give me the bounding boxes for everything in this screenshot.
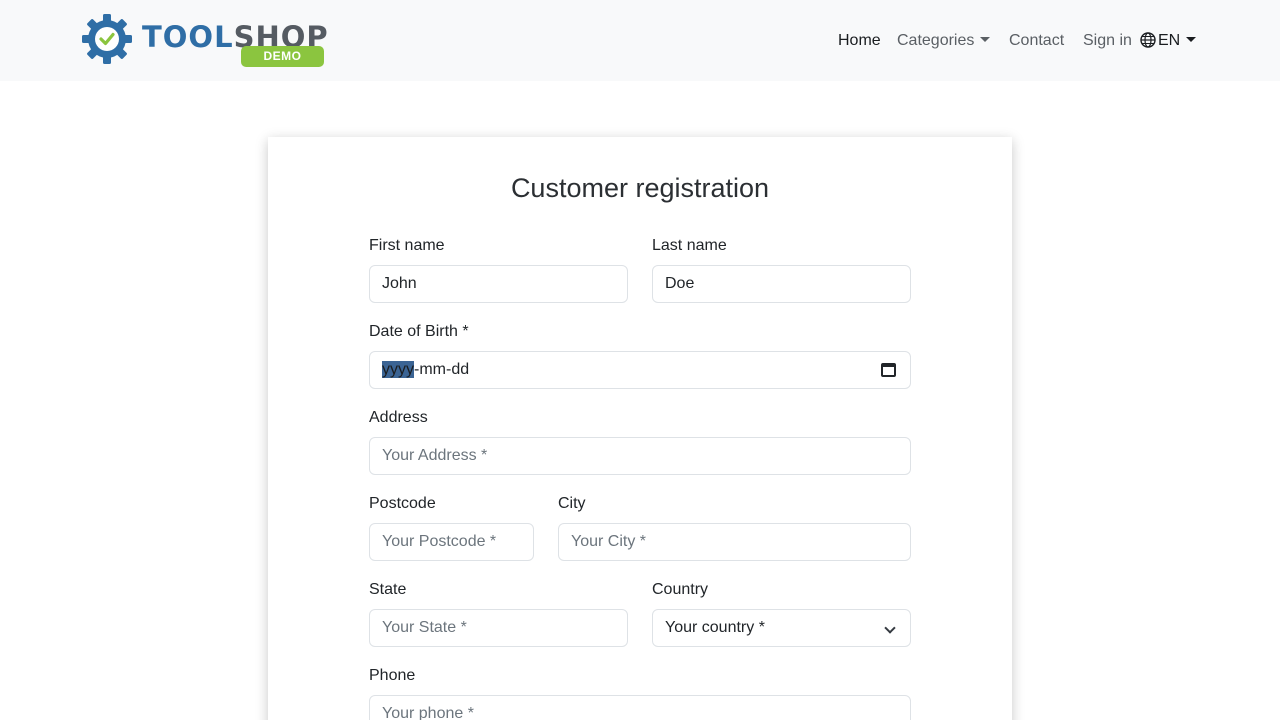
dob-rest-segment[interactable]: -mm-dd xyxy=(414,361,469,378)
calendar-icon[interactable] xyxy=(881,363,896,377)
page-title: Customer registration xyxy=(510,173,770,203)
city-label: City xyxy=(558,495,586,512)
caret-down-icon xyxy=(980,37,991,42)
brand-tool: TOOL xyxy=(142,20,234,54)
postcode-field[interactable]: Your Postcode * xyxy=(369,523,534,561)
last-name-label: Last name xyxy=(652,237,727,254)
state-field[interactable]: Your State * xyxy=(369,609,628,647)
demo-badge: DEMO xyxy=(241,46,324,67)
language-label: EN xyxy=(1158,32,1181,49)
state-label: State xyxy=(369,581,407,598)
address-field[interactable]: Your Address * xyxy=(369,437,911,475)
language-dropdown[interactable]: EN xyxy=(1140,30,1197,52)
caret-down-icon xyxy=(1186,37,1197,42)
first-name-field[interactable]: John xyxy=(369,265,628,303)
chevron-down-icon xyxy=(884,622,896,634)
postcode-label: Postcode xyxy=(369,495,436,512)
nav-categories-dropdown[interactable]: Categories xyxy=(897,30,991,52)
globe-icon xyxy=(1140,32,1156,48)
nav-contact[interactable]: Contact xyxy=(1009,30,1064,52)
brand-logo[interactable]: TOOLSHOP DEMO xyxy=(80,10,330,70)
country-select[interactable]: Your country * xyxy=(652,609,911,647)
phone-field[interactable]: Your phone * xyxy=(369,695,911,720)
city-field[interactable]: Your City * xyxy=(558,523,911,561)
nav-home[interactable]: Home xyxy=(838,30,881,52)
first-name-label: First name xyxy=(369,237,445,254)
dob-label: Date of Birth * xyxy=(369,323,469,340)
gear-check-icon xyxy=(82,14,132,64)
nav-sign-in[interactable]: Sign in xyxy=(1083,30,1132,52)
country-label: Country xyxy=(652,581,709,598)
navbar: TOOLSHOP DEMO Home Categories Contact Si… xyxy=(0,0,1280,81)
address-label: Address xyxy=(369,409,428,426)
phone-label: Phone xyxy=(369,667,416,684)
dob-field[interactable]: yyyy-mm-dd xyxy=(369,351,911,389)
last-name-field[interactable]: Doe xyxy=(652,265,911,303)
dob-year-segment[interactable]: yyyy xyxy=(382,361,414,378)
nav-categories-label: Categories xyxy=(897,32,975,49)
country-selected-value: Your country * xyxy=(665,619,765,636)
